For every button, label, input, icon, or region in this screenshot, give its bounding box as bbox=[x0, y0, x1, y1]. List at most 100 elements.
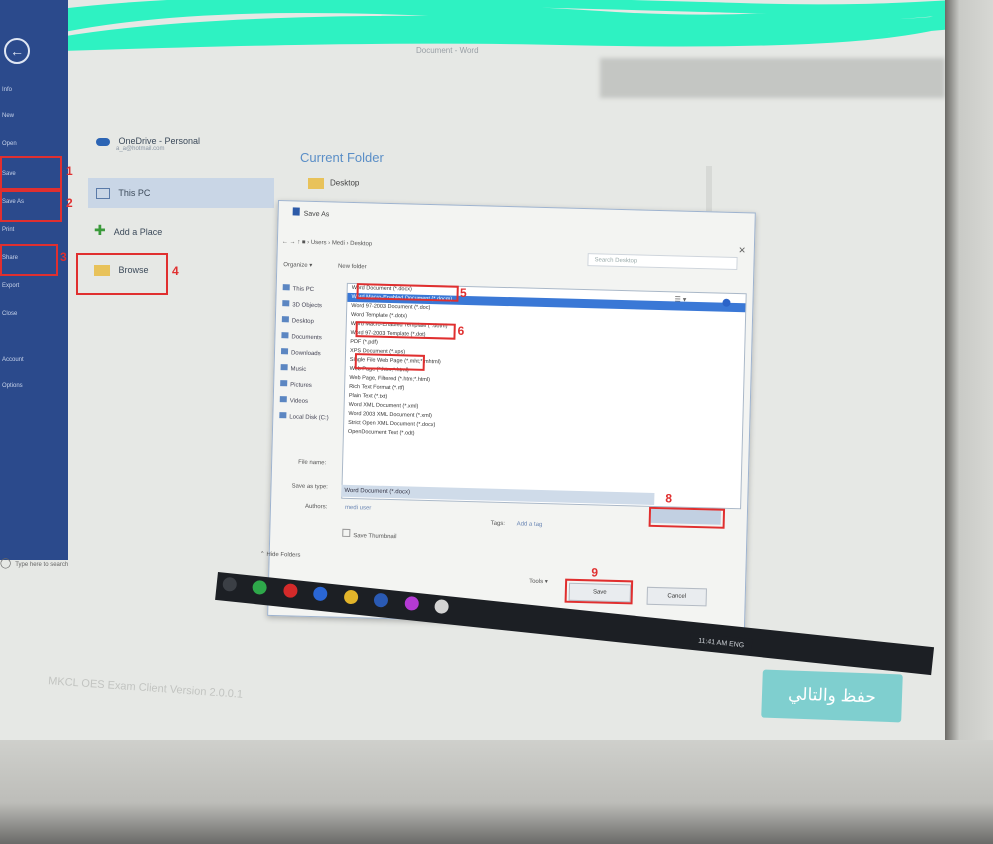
chrome-icon[interactable] bbox=[343, 589, 359, 605]
computer-icon bbox=[96, 188, 110, 200]
download-icon bbox=[280, 348, 289, 355]
current-folder-heading: Current Folder bbox=[300, 150, 384, 165]
opera-icon[interactable] bbox=[282, 582, 299, 599]
tree-label: Music bbox=[290, 366, 307, 373]
app-icon[interactable] bbox=[403, 595, 420, 612]
tree-label: Documents bbox=[291, 334, 322, 342]
folder-icon bbox=[308, 178, 324, 189]
tree-item[interactable]: Documents bbox=[281, 329, 343, 347]
annotation-box-6 bbox=[355, 321, 456, 340]
annotation-box-3 bbox=[0, 244, 58, 276]
annotation-number-5: 5 bbox=[460, 286, 467, 300]
back-arrow-icon[interactable]: ← bbox=[4, 38, 30, 64]
taskbar-search[interactable]: ◯ Type here to search bbox=[0, 558, 68, 569]
thumbnail-checkbox[interactable]: Save Thumbnail bbox=[342, 528, 397, 541]
music-icon bbox=[280, 364, 288, 371]
place-add[interactable]: ✚ Add a Place bbox=[94, 222, 162, 239]
redaction-scribble bbox=[40, 0, 945, 51]
annotation-number-3: 3 bbox=[60, 250, 67, 264]
save-type-label: Save as type: bbox=[291, 483, 328, 491]
annotation-box-2 bbox=[0, 190, 62, 222]
authors-value[interactable]: medi user bbox=[345, 505, 371, 512]
annotation-box-7 bbox=[354, 353, 425, 371]
tree-label: This PC bbox=[292, 286, 315, 293]
nav-info[interactable]: Info bbox=[2, 86, 12, 94]
new-folder-button[interactable]: New folder bbox=[338, 264, 367, 271]
nav-account[interactable]: Account bbox=[2, 356, 24, 364]
nav-close[interactable]: Close bbox=[2, 310, 17, 318]
app-icon[interactable] bbox=[434, 598, 450, 615]
tree-item[interactable]: Local Disk (C:) bbox=[279, 409, 341, 427]
nav-new[interactable]: New bbox=[2, 112, 14, 120]
monitor: Document - Word ← Info New Open Save Sav… bbox=[0, 0, 993, 844]
address-bar[interactable]: ← → ↑ ■ › Users › Medi › Desktop bbox=[282, 235, 582, 257]
tree-item[interactable]: This PC bbox=[282, 281, 344, 299]
place-this-pc[interactable]: This PC bbox=[96, 188, 151, 200]
save-as-dialog: Save As ✕ ← → ↑ ■ › Users › Medi › Deskt… bbox=[260, 200, 756, 629]
nav-open[interactable]: Open bbox=[2, 140, 17, 148]
folder-desktop[interactable]: Desktop bbox=[308, 178, 359, 189]
monitor-bezel-bottom bbox=[0, 740, 993, 844]
annotation-number-1: 1 bbox=[66, 164, 73, 178]
close-icon[interactable]: ✕ bbox=[738, 245, 746, 256]
pc-icon bbox=[282, 284, 290, 291]
window-title: Document - Word bbox=[416, 46, 479, 55]
language-indicator[interactable]: ENG bbox=[729, 641, 745, 650]
monitor-bezel-right bbox=[945, 0, 993, 780]
nav-export[interactable]: Export bbox=[2, 282, 19, 290]
annotation-number-2: 2 bbox=[66, 196, 73, 210]
cloud-icon bbox=[96, 137, 110, 146]
tree-label: Pictures bbox=[290, 382, 312, 389]
place-onedrive[interactable]: OneDrive - Personal a_a@hotmail.com bbox=[96, 136, 200, 152]
tree-item[interactable]: Music bbox=[280, 361, 342, 379]
cube-icon bbox=[282, 300, 290, 307]
dialog-title: Save As bbox=[292, 207, 330, 218]
view-menu-icon[interactable]: ☰ ▾ bbox=[674, 295, 686, 303]
dialog-toolbar: Organize ▾ New folder bbox=[283, 261, 367, 270]
nav-print[interactable]: Print bbox=[2, 226, 14, 234]
hide-folders-button[interactable]: ⌃ Hide Folders bbox=[260, 551, 301, 559]
annotation-box-5 bbox=[356, 283, 459, 302]
add-place-label: Add a Place bbox=[113, 227, 163, 237]
tree-label: Desktop bbox=[291, 318, 314, 325]
folder-icon bbox=[94, 265, 110, 277]
taskview-icon[interactable] bbox=[222, 576, 238, 592]
videos-icon bbox=[279, 396, 287, 403]
pictures-icon bbox=[280, 380, 288, 387]
authors-label: Authors: bbox=[304, 503, 328, 511]
save-type-dropdown-list[interactable]: Word Document (*.docx) Word Macro-Enable… bbox=[341, 282, 747, 510]
organize-button[interactable]: Organize ▾ bbox=[283, 262, 312, 269]
tree-item[interactable]: 3D Objects bbox=[282, 297, 344, 315]
this-pc-label: This PC bbox=[118, 188, 151, 198]
ribbon-user-area bbox=[600, 58, 945, 98]
tree-label: Downloads bbox=[290, 350, 321, 358]
browse-button[interactable]: Browse bbox=[94, 265, 149, 277]
tree-item[interactable]: Pictures bbox=[280, 377, 342, 395]
tree-item[interactable]: Downloads bbox=[280, 345, 343, 363]
onedrive-label: OneDrive - Personal bbox=[118, 136, 201, 146]
exam-client-version: MKCL OES Exam Client Version 2.0.0.1 bbox=[47, 675, 244, 701]
desktop-label: Desktop bbox=[330, 178, 360, 188]
backstage-nav: ← Info New Open Save Save As Print Share… bbox=[0, 0, 68, 560]
save-and-next-button[interactable]: حفظ والتالي bbox=[761, 669, 903, 723]
nav-tree: This PC 3D Objects Desktop Documents Dow… bbox=[279, 281, 345, 427]
plus-icon: ✚ bbox=[94, 222, 106, 238]
tree-label: Videos bbox=[289, 398, 309, 405]
tools-button[interactable]: Tools ▾ bbox=[529, 578, 548, 585]
search-input[interactable]: Search Desktop bbox=[587, 253, 738, 271]
tree-item[interactable]: Videos bbox=[279, 393, 342, 411]
tree-label: Local Disk (C:) bbox=[289, 414, 329, 422]
tags-label: Tags: bbox=[490, 520, 506, 528]
word-icon[interactable] bbox=[373, 592, 389, 608]
clock: 11:41 AM bbox=[697, 637, 728, 648]
edge-icon[interactable] bbox=[312, 586, 329, 602]
thumbnail-label: Save Thumbnail bbox=[353, 533, 397, 541]
nav-options[interactable]: Options bbox=[2, 382, 23, 390]
tags-value[interactable]: Add a tag bbox=[517, 521, 543, 528]
tree-item[interactable]: Desktop bbox=[281, 313, 344, 331]
tree-label: 3D Objects bbox=[292, 302, 323, 310]
cancel-button[interactable]: Cancel bbox=[646, 586, 707, 607]
browse-label: Browse bbox=[118, 265, 149, 275]
annotation-box-1 bbox=[0, 156, 62, 190]
app-icon[interactable] bbox=[252, 579, 268, 596]
